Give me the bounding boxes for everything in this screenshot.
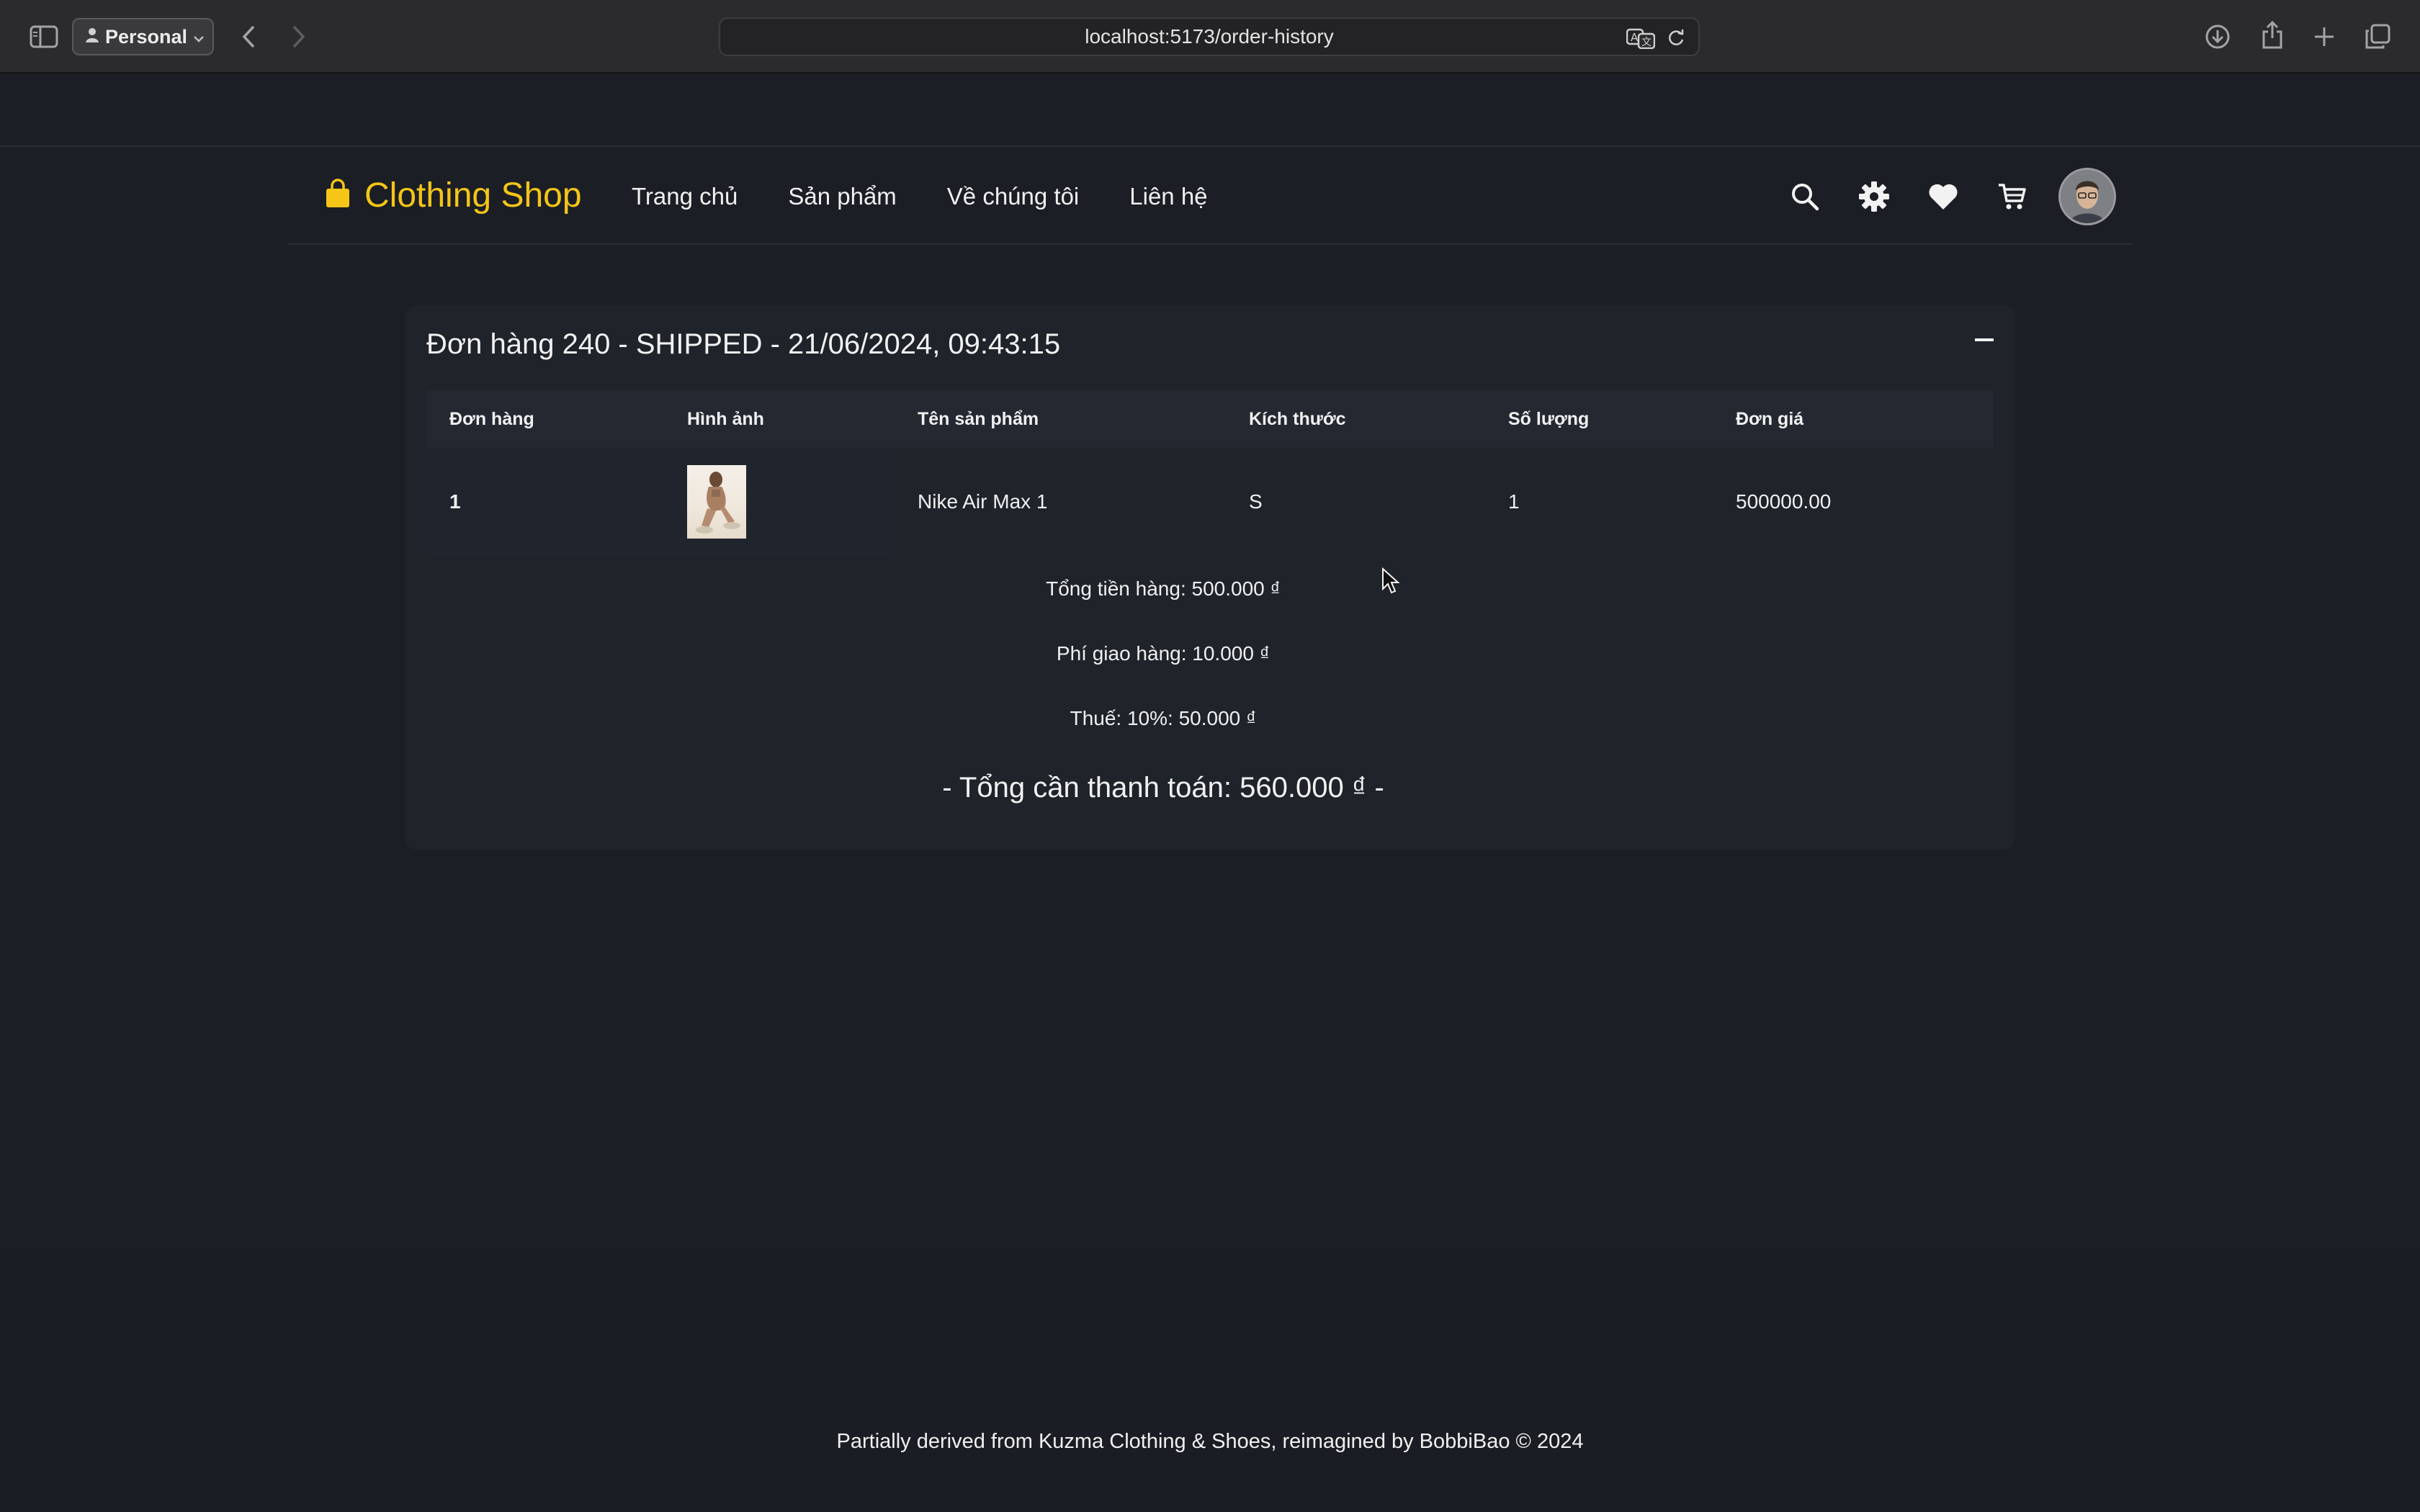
tab-overview-icon[interactable] xyxy=(2362,22,2393,52)
nav-home[interactable]: Trang chủ xyxy=(632,183,738,210)
back-icon[interactable] xyxy=(235,22,264,52)
order-title: Đơn hàng 240 - SHIPPED - 21/06/2024, 09:… xyxy=(426,328,1061,360)
product-price: 500000.00 xyxy=(1713,448,1994,556)
table-header-row: Đơn hàng Hình ảnh Tên sản phẩm Kích thướ… xyxy=(426,390,1994,448)
product-size: S xyxy=(1226,448,1485,556)
download-icon[interactable] xyxy=(2202,22,2233,52)
chevron-down-icon xyxy=(193,26,205,48)
heart-icon[interactable] xyxy=(1909,167,1978,226)
share-icon[interactable] xyxy=(2257,19,2287,52)
reload-icon[interactable] xyxy=(1667,29,1685,53)
profile-switcher[interactable]: Personal xyxy=(72,18,214,55)
column-header-quantity: Số lượng xyxy=(1485,390,1713,448)
forward-icon[interactable] xyxy=(284,22,313,52)
main-nav: Trang chủ Sản phẩm Về chúng tôi Liên hệ xyxy=(632,183,1208,210)
order-index: 1 xyxy=(426,448,664,556)
address-bar[interactable]: localhost:5173/order-history A文 xyxy=(719,17,1700,56)
order-card: Đơn hàng 240 - SHIPPED - 21/06/2024, 09:… xyxy=(405,305,2015,850)
mouse-cursor-icon xyxy=(1381,567,1400,598)
new-tab-icon[interactable] xyxy=(2309,22,2339,52)
nav-about[interactable]: Về chúng tôi xyxy=(947,183,1079,210)
profile-label: Personal xyxy=(105,25,188,48)
brand-link[interactable]: Clothing Shop xyxy=(324,176,582,215)
product-thumbnail[interactable] xyxy=(687,465,746,539)
grand-total-text: - Tổng cần thanh toán: 560.000 ₫ - xyxy=(942,772,1384,804)
search-icon[interactable] xyxy=(1770,167,1839,226)
tax-text: Thuế: 10%: 50.000 ₫ xyxy=(1070,707,1257,729)
nav-actions xyxy=(1770,167,2116,226)
user-avatar[interactable] xyxy=(2058,168,2116,225)
nav-products[interactable]: Sản phẩm xyxy=(788,183,896,210)
brand-name: Clothing Shop xyxy=(364,176,582,215)
column-header-order: Đơn hàng xyxy=(426,390,664,448)
site-navbar: Clothing Shop Trang chủ Sản phẩm Về chún… xyxy=(288,148,2132,245)
gear-icon[interactable] xyxy=(1839,167,1909,226)
column-header-product-name: Tên sản phẩm xyxy=(895,390,1226,448)
sidebar-toggle-icon[interactable] xyxy=(26,22,62,52)
column-header-price: Đơn giá xyxy=(1713,390,1994,448)
cart-icon[interactable] xyxy=(1978,167,2047,226)
person-icon xyxy=(85,26,99,48)
shipping-fee-text: Phí giao hàng: 10.000 ₫ xyxy=(1056,642,1270,665)
shopping-bag-icon xyxy=(324,179,351,212)
collapse-icon[interactable] xyxy=(1975,338,1994,341)
url-text: localhost:5173/order-history xyxy=(1085,25,1334,48)
product-quantity: 1 xyxy=(1485,448,1713,556)
subtotal-text: Tổng tiền hàng: 500.000 ₫ xyxy=(1046,577,1281,600)
svg-text:A: A xyxy=(1631,31,1639,44)
order-items-table: Đơn hàng Hình ảnh Tên sản phẩm Kích thướ… xyxy=(426,390,1994,556)
top-band xyxy=(0,75,2420,147)
column-header-image: Hình ảnh xyxy=(664,390,895,448)
nav-contact[interactable]: Liên hệ xyxy=(1129,183,1207,210)
site-footer: Partially derived from Kuzma Clothing & … xyxy=(0,1253,2420,1512)
translate-icon[interactable]: A文 xyxy=(1626,27,1656,54)
footer-credit: Partially derived from Kuzma Clothing & … xyxy=(836,1430,1584,1453)
product-name: Nike Air Max 1 xyxy=(895,448,1226,556)
svg-text:文: 文 xyxy=(1641,37,1652,48)
browser-toolbar: Personal localhost:5173/order-history A文 xyxy=(0,0,2420,73)
table-row: 1 Nike Air Max 1 S 1 500000.00 xyxy=(426,448,1994,556)
column-header-size: Kích thước xyxy=(1226,390,1485,448)
image-cell xyxy=(664,448,895,556)
